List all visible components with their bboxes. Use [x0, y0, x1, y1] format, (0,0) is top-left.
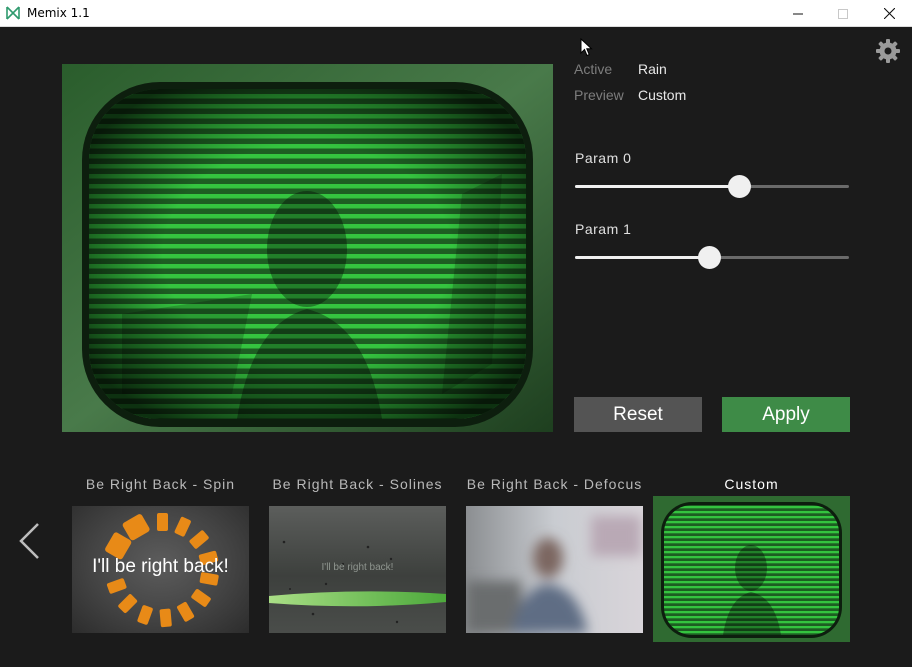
spin-caption: I'll be right back! [92, 556, 229, 577]
param-1-slider[interactable] [575, 245, 849, 269]
maximize-button[interactable] [820, 0, 866, 27]
gallery-title-custom: Custom [724, 476, 779, 492]
gallery-thumb-spin[interactable]: I'll be right back! [72, 506, 249, 633]
custom-preview-image [653, 496, 850, 642]
maximize-icon [838, 8, 848, 19]
preview-label: Preview [574, 87, 624, 103]
param-0-label: Param 0 [575, 150, 632, 166]
gallery-title-solines: Be Right Back - Solines [272, 476, 443, 492]
gear-icon[interactable] [875, 38, 901, 64]
gallery-thumb-solines[interactable]: I'll be right back! [269, 506, 446, 633]
defocus-preview-image [466, 506, 643, 633]
apply-button[interactable]: Apply [722, 397, 850, 432]
active-value: Rain [638, 61, 667, 77]
active-label: Active [574, 61, 613, 77]
preview-value: Custom [638, 87, 687, 103]
slider-fill [575, 256, 709, 259]
minimize-icon [793, 13, 803, 14]
param-1-label: Param 1 [575, 221, 632, 237]
slider-fill [575, 185, 739, 188]
minimize-button[interactable] [775, 0, 821, 27]
title-bar: Memix 1.1 [0, 0, 912, 27]
gallery-title-spin: Be Right Back - Spin [85, 476, 236, 492]
close-icon [883, 8, 895, 19]
memix-logo-icon [6, 6, 20, 20]
reset-button[interactable]: Reset [574, 397, 702, 432]
solines-caption: I'll be right back! [321, 562, 394, 573]
effect-preview [62, 64, 553, 432]
param-0-slider[interactable] [575, 174, 849, 198]
mouse-cursor-icon [580, 38, 593, 57]
bottom-strip [0, 660, 912, 667]
window-title: Memix 1.1 [27, 6, 90, 20]
gallery-title-defocus: Be Right Back - Defocus [466, 476, 643, 492]
slider-thumb[interactable] [728, 175, 751, 198]
slider-thumb[interactable] [698, 246, 721, 269]
close-button[interactable] [866, 0, 912, 27]
crt-preview-image [62, 64, 553, 432]
gallery-thumb-custom[interactable] [653, 496, 850, 642]
gallery-thumb-defocus[interactable] [466, 506, 643, 633]
chevron-left-icon[interactable] [16, 522, 42, 560]
